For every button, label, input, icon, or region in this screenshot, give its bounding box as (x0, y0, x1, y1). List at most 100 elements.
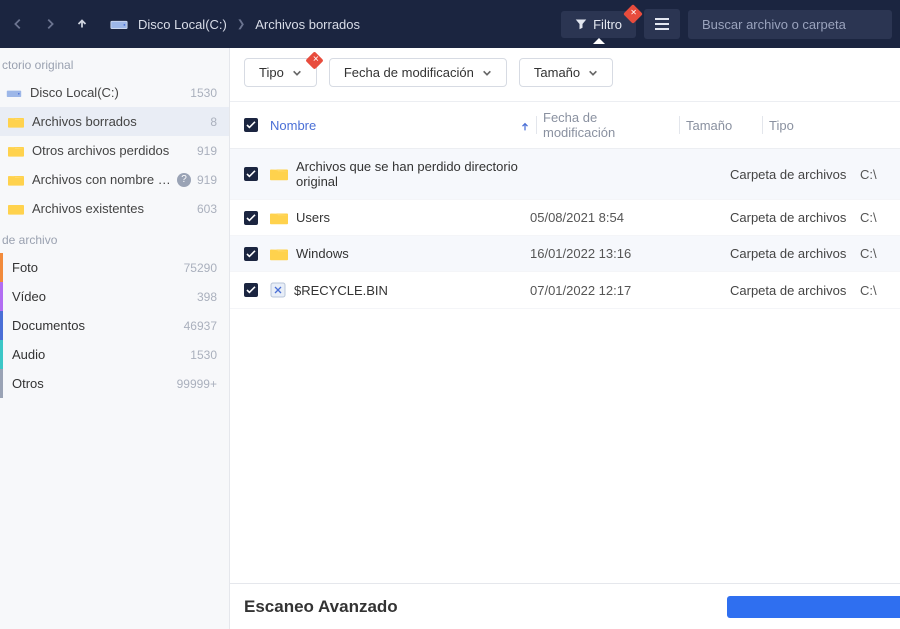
recover-button[interactable] (727, 596, 900, 618)
column-label: Tipo (769, 118, 794, 133)
folder-icon (8, 115, 24, 129)
drive-icon (110, 17, 128, 31)
filter-pill-date[interactable]: Fecha de modificación (329, 58, 507, 87)
sidebar-item-count: 398 (197, 290, 223, 304)
sidebar-section-path: ctorio original (0, 48, 229, 78)
recycle-icon (270, 282, 286, 298)
sidebar: ctorio original Disco Local(C:) 1530 Arc… (0, 48, 230, 629)
sidebar-item-count: 46937 (184, 319, 223, 333)
folder-icon (270, 167, 288, 181)
row-checkbox[interactable] (244, 283, 270, 297)
file-name: Windows (296, 246, 349, 261)
table-row[interactable]: Windows 16/01/2022 13:16 Carpeta de arch… (230, 236, 900, 272)
table-header: Nombre Fecha de modificación Tamaño Tipo… (230, 102, 900, 149)
filter-pill-label: Tamaño (534, 65, 580, 80)
sidebar-item-count: 603 (197, 202, 223, 216)
select-all-checkbox[interactable] (244, 118, 270, 132)
column-header-date[interactable]: Fecha de modificación (543, 110, 673, 140)
table-body: Archivos que se han perdido directorio o… (230, 149, 900, 583)
column-label: Nombre (270, 118, 514, 133)
breadcrumb-current[interactable]: Archivos borrados (255, 17, 360, 32)
sidebar-type-photo[interactable]: Foto 75290 (0, 253, 229, 282)
sidebar-item-count: 919 (197, 144, 223, 158)
filter-clear-badge[interactable] (305, 51, 323, 69)
search-input[interactable] (688, 10, 892, 39)
chevron-down-icon (588, 68, 598, 78)
row-checkbox[interactable] (244, 167, 270, 181)
sidebar-item-count: 1530 (190, 348, 223, 362)
column-header-size[interactable]: Tamaño (686, 118, 756, 133)
sidebar-item-count: 99999+ (177, 377, 223, 391)
filter-clear-badge[interactable] (623, 4, 643, 24)
breadcrumb-drive[interactable]: Disco Local(C:) (138, 17, 227, 32)
file-type: Carpeta de archivos (730, 283, 846, 298)
nav-forward-button[interactable] (40, 14, 60, 34)
folder-icon (8, 202, 24, 216)
help-icon[interactable]: ? (177, 173, 191, 187)
sidebar-item-existing[interactable]: Archivos existentes 603 (0, 194, 229, 223)
sidebar-type-others[interactable]: Otros 99999+ (0, 369, 229, 398)
sidebar-item-count: 919 (197, 173, 223, 187)
chevron-down-icon (482, 68, 492, 78)
filter-button-label: Filtro (593, 17, 622, 32)
hamburger-icon (654, 17, 670, 31)
view-menu-button[interactable] (644, 9, 680, 39)
footer: Escaneo Avanzado (230, 583, 900, 629)
sidebar-type-documents[interactable]: Documentos 46937 (0, 311, 229, 340)
footer-title: Escaneo Avanzado (244, 597, 398, 617)
file-type: Carpeta de archivos (730, 246, 846, 261)
table-row[interactable]: Archivos que se han perdido directorio o… (230, 149, 900, 200)
nav-arrows (8, 14, 92, 34)
folder-icon (8, 144, 24, 158)
sidebar-item-deleted[interactable]: Archivos borrados 8 (0, 107, 229, 136)
file-type: Carpeta de archivos (730, 210, 846, 225)
sidebar-item-label: Archivos con nombre original ... (32, 172, 177, 187)
column-divider (762, 116, 763, 134)
file-path: C:\ (860, 167, 877, 182)
filter-caret-icon (593, 38, 605, 44)
filter-button[interactable]: Filtro (561, 11, 636, 38)
table-row[interactable]: Users 05/08/2021 8:54 Carpeta de archivo… (230, 200, 900, 236)
sidebar-item-count: 1530 (190, 86, 223, 100)
column-divider (679, 116, 680, 134)
top-bar: Disco Local(C:) ❯ Archivos borrados Filt… (0, 0, 900, 48)
filter-pill-label: Fecha de modificación (344, 65, 474, 80)
row-checkbox[interactable] (244, 247, 270, 261)
sidebar-item-original-name[interactable]: Archivos con nombre original ... ? 919 (0, 165, 229, 194)
file-date: 05/08/2021 8:54 (530, 210, 624, 225)
sidebar-item-other-lost[interactable]: Otros archivos perdidos 919 (0, 136, 229, 165)
filter-pill-type[interactable]: Tipo (244, 58, 317, 87)
sidebar-drive[interactable]: Disco Local(C:) 1530 (0, 78, 229, 107)
nav-back-button[interactable] (8, 14, 28, 34)
sidebar-item-label: Archivos existentes (32, 201, 197, 216)
column-label: Fecha de modificación (543, 110, 673, 140)
sidebar-item-label: Vídeo (12, 289, 197, 304)
sidebar-type-audio[interactable]: Audio 1530 (0, 340, 229, 369)
sidebar-item-count: 8 (210, 115, 223, 129)
sidebar-section-type: de archivo (0, 223, 229, 253)
row-checkbox[interactable] (244, 211, 270, 225)
file-date: 07/01/2022 12:17 (530, 283, 631, 298)
main-layout: ctorio original Disco Local(C:) 1530 Arc… (0, 48, 900, 629)
table-row[interactable]: $RECYCLE.BIN 07/01/2022 12:17 Carpeta de… (230, 272, 900, 309)
funnel-icon (575, 18, 587, 30)
sidebar-item-label: Disco Local(C:) (30, 85, 190, 100)
sidebar-item-label: Foto (12, 260, 184, 275)
topbar-actions: Filtro (561, 9, 892, 39)
folder-icon (270, 247, 288, 261)
sidebar-item-label: Otros (12, 376, 177, 391)
nav-up-button[interactable] (72, 14, 92, 34)
sidebar-type-video[interactable]: Vídeo 398 (0, 282, 229, 311)
folder-icon (270, 211, 288, 225)
chevron-right-icon: ❯ (237, 19, 245, 30)
file-name: Users (296, 210, 330, 225)
filter-pill-label: Tipo (259, 65, 284, 80)
breadcrumb: Disco Local(C:) ❯ Archivos borrados (110, 17, 561, 32)
filter-pill-size[interactable]: Tamaño (519, 58, 613, 87)
column-header-type[interactable]: Tipo (769, 118, 899, 133)
column-header-name[interactable]: Nombre (270, 118, 530, 133)
file-path: C:\ (860, 283, 877, 298)
file-path: C:\ (860, 246, 877, 261)
sidebar-item-label: Otros archivos perdidos (32, 143, 197, 158)
file-name: Archivos que se han perdido directorio o… (296, 159, 530, 189)
